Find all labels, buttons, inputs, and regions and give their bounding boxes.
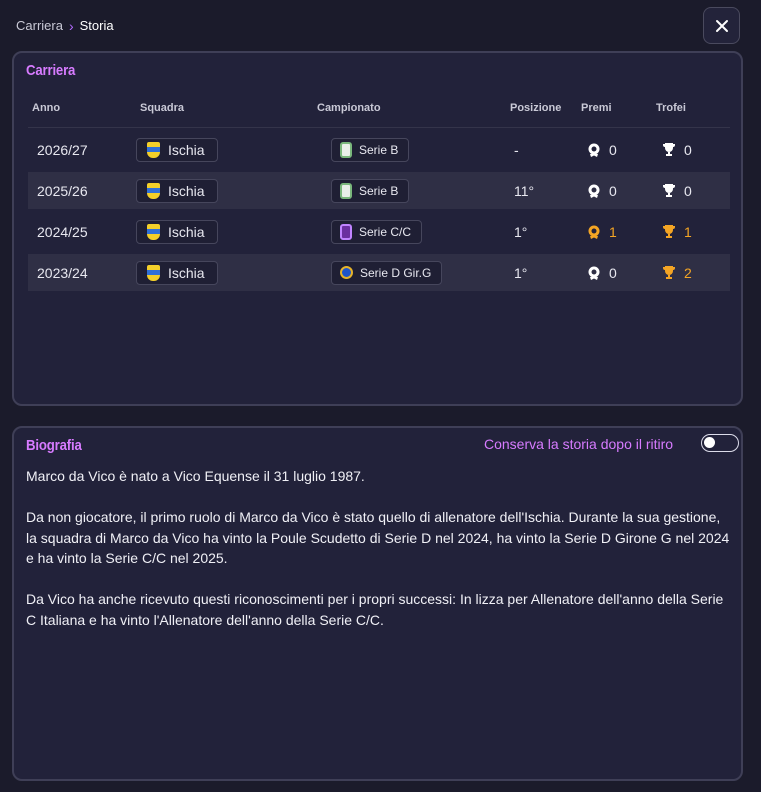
trophies-count[interactable]: 0 — [662, 183, 692, 199]
league-chip[interactable]: Serie B — [331, 137, 410, 162]
team-name: Ischia — [168, 182, 205, 199]
career-title: Carriera — [26, 62, 76, 79]
league-chip[interactable]: Serie D Gir.G — [331, 260, 443, 285]
biography-panel: Biografia Conserva la storia dopo il rit… — [12, 426, 743, 781]
career-panel: Carriera Anno Squadra Campionato Posizio… — [12, 51, 743, 406]
trophies-value: 0 — [684, 141, 692, 158]
team-chip[interactable]: Ischia — [136, 260, 218, 285]
column-header-team[interactable]: Squadra — [140, 102, 184, 114]
awards-value: 0 — [609, 264, 617, 281]
trophies-value: 0 — [684, 182, 692, 199]
awards-count[interactable]: 0 — [587, 183, 617, 199]
serie-d-badge-icon — [340, 266, 353, 279]
table-row[interactable]: 2025/26 Ischia Serie B 11° 0 0 — [28, 172, 730, 209]
row-position: 1° — [514, 264, 528, 281]
top-bar: Carriera › Storia — [0, 0, 761, 50]
column-header-trophies[interactable]: Trofei — [656, 102, 686, 114]
trophies-value: 2 — [684, 264, 692, 281]
ischia-crest-icon — [147, 264, 160, 281]
row-position: 1° — [514, 223, 528, 240]
table-row[interactable]: 2023/24 Ischia Serie D Gir.G 1° 0 2 — [28, 254, 730, 291]
chevron-right-icon: › — [68, 17, 74, 34]
table-row[interactable]: 2024/25 Ischia Serie C/C 1° 1 1 — [28, 213, 730, 250]
award-medal-icon — [588, 184, 600, 198]
league-name: Serie D Gir.G — [360, 265, 432, 280]
row-position: 11° — [514, 182, 535, 199]
award-medal-icon — [588, 266, 600, 280]
league-chip[interactable]: Serie B — [331, 178, 410, 203]
ischia-crest-icon — [147, 223, 160, 240]
biography-paragraph: Marco da Vico è nato a Vico Equense il 3… — [26, 468, 365, 484]
ischia-crest-icon — [147, 141, 160, 158]
column-header-year[interactable]: Anno — [32, 102, 60, 114]
serie-b-badge-icon — [340, 141, 352, 158]
awards-count[interactable]: 0 — [587, 142, 617, 158]
award-medal-icon — [588, 143, 600, 157]
awards-count[interactable]: 0 — [587, 265, 617, 281]
team-chip[interactable]: Ischia — [136, 137, 218, 162]
column-header-position[interactable]: Posizione — [510, 102, 561, 114]
column-header-league[interactable]: Campionato — [317, 102, 381, 114]
awards-count[interactable]: 1 — [587, 224, 617, 240]
team-chip[interactable]: Ischia — [136, 178, 218, 203]
keep-history-toggle-label[interactable]: Conserva la storia dopo il ritiro — [484, 436, 673, 452]
team-name: Ischia — [168, 141, 205, 158]
serie-b-badge-icon — [340, 182, 352, 199]
trophy-icon — [663, 266, 675, 279]
team-name: Ischia — [168, 223, 205, 240]
trophy-icon — [663, 184, 675, 197]
row-year: 2023/24 — [37, 264, 88, 281]
row-year: 2026/27 — [37, 141, 88, 158]
awards-value: 0 — [609, 141, 617, 158]
row-year: 2024/25 — [37, 223, 88, 240]
league-name: Serie B — [359, 183, 399, 198]
award-medal-icon — [588, 225, 600, 239]
biography-paragraph: Da non giocatore, il primo ruolo di Marc… — [26, 509, 730, 566]
trophies-count[interactable]: 2 — [662, 265, 692, 281]
awards-value: 1 — [609, 223, 617, 240]
trophies-value: 1 — [684, 223, 692, 240]
trophies-count[interactable]: 0 — [662, 142, 692, 158]
team-name: Ischia — [168, 264, 205, 281]
ischia-crest-icon — [147, 182, 160, 199]
close-icon — [715, 19, 728, 32]
breadcrumb-current: Storia — [79, 18, 114, 33]
row-year: 2025/26 — [37, 182, 88, 199]
table-row[interactable]: 2026/27 Ischia Serie B - 0 0 — [28, 131, 730, 168]
league-name: Serie C/C — [359, 224, 412, 239]
trophies-count[interactable]: 1 — [662, 224, 692, 240]
breadcrumb-parent[interactable]: Carriera — [16, 18, 63, 33]
trophy-icon — [663, 225, 675, 238]
team-chip[interactable]: Ischia — [136, 219, 218, 244]
column-header-awards[interactable]: Premi — [581, 102, 612, 114]
awards-value: 0 — [609, 182, 617, 199]
biography-paragraph: Da Vico ha anche ricevuto questi riconos… — [26, 591, 724, 628]
career-table-header: Anno Squadra Campionato Posizione Premi … — [28, 102, 730, 128]
trophy-icon — [663, 143, 675, 156]
row-position: - — [514, 141, 519, 158]
league-chip[interactable]: Serie C/C — [331, 219, 423, 244]
biography-title: Biografia — [26, 437, 82, 454]
serie-c-badge-icon — [340, 223, 352, 240]
keep-history-toggle[interactable] — [701, 434, 739, 452]
close-button[interactable] — [703, 7, 740, 44]
breadcrumb: Carriera › Storia — [16, 18, 114, 33]
biography-text: Marco da Vico è nato a Vico Equense il 3… — [26, 466, 731, 651]
league-name: Serie B — [359, 142, 399, 157]
toggle-knob — [704, 437, 715, 448]
